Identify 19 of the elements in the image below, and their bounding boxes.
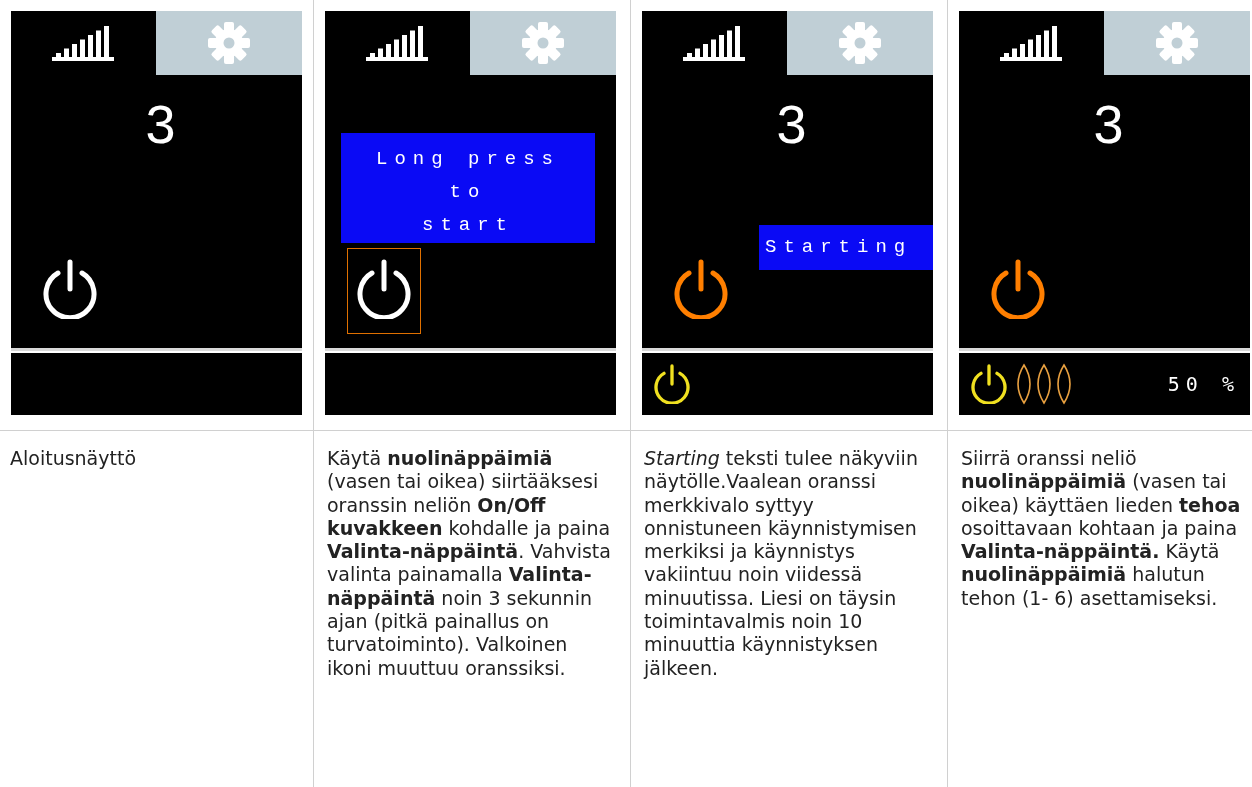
settings-icon	[838, 21, 882, 65]
status-message: Long press to start	[341, 133, 595, 243]
step-description: Starting teksti tulee näkyviin näytölle.Vaalean oranssi merkkivalo syttyy onnistuneen käynnistymisen merkiksi ja käynnistys vakiintuu noin viidessä minuutissa. Liesi on täysin toimintavalmis noin 10 minuuttia käynnistyksen jälkeen.	[642, 446, 919, 680]
signal-strength-icon	[51, 23, 116, 63]
power-level-number: 3	[1092, 97, 1125, 151]
step-description: Siirrä oranssi neliö nuolinäppäimiä (vasen tai oikea) käyttäen lieden tehoa osoittavaan kohtaan ja paina Valinta-näppäintä. Käytä nuolinäppäimiä halutun tehon (1- 6) asettamiseksi.	[960, 446, 1242, 611]
status-message: Starting	[759, 225, 933, 270]
power-level-number: 3	[775, 97, 808, 151]
step-description: Aloitusnäyttö	[9, 446, 138, 471]
settings-icon	[207, 21, 251, 65]
signal-strength-icon	[365, 23, 430, 63]
selection-frame[interactable]	[347, 248, 421, 334]
settings-icon	[1155, 21, 1199, 65]
signal-strength-icon	[999, 23, 1064, 63]
settings-icon	[521, 21, 565, 65]
power-level-number: 3	[144, 97, 177, 151]
step-description: Käytä nuolinäppäimiä (vasen tai oikea) siirtääksesi oranssin neliön On/Off kuvakkeen kohdalle ja paina Valinta-näppäintä. Vahvista valinta painamalla Valinta-näppäintä noin 3 sekunnin ajan (pitkä painallus on turvatoiminto). Valkoinen ikoni muuttuu oranssiksi.	[326, 446, 612, 680]
signal-strength-icon	[682, 23, 747, 63]
power-percentage: 50 %	[1167, 372, 1240, 396]
